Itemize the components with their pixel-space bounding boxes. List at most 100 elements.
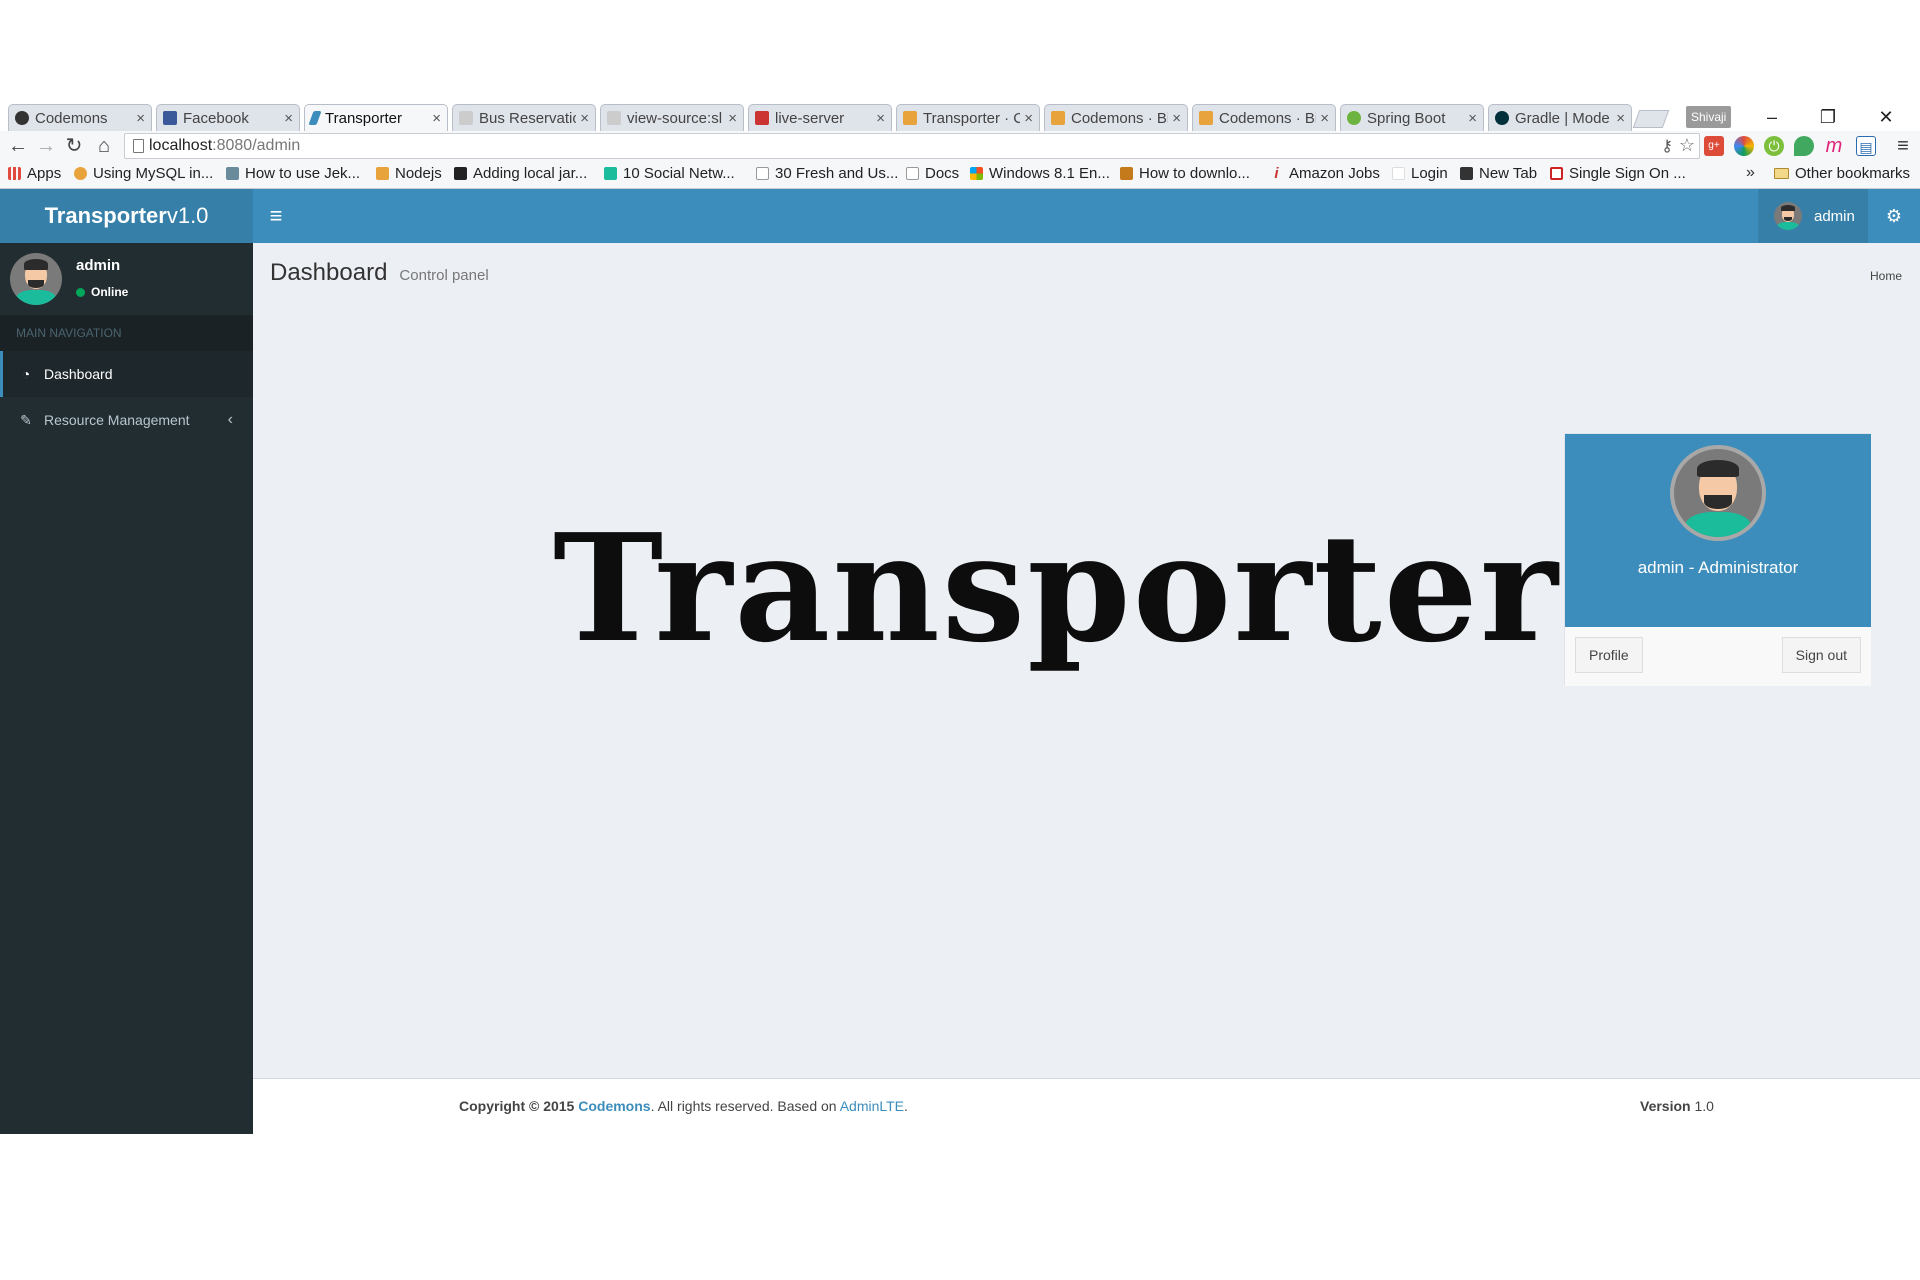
edit-icon: ✎ xyxy=(20,411,32,428)
browser-menu-icon[interactable]: ≡ xyxy=(1892,134,1914,158)
bookmark-star-icon[interactable]: ☆ xyxy=(1679,135,1695,156)
other-bookmarks[interactable]: Other bookmarks xyxy=(1774,165,1910,182)
browser-tab[interactable]: Transporter · C × xyxy=(896,104,1040,131)
close-icon[interactable]: × xyxy=(432,110,441,127)
forward-icon[interactable]: → xyxy=(34,134,58,158)
color-picker-extension-icon[interactable] xyxy=(1734,136,1754,156)
page-icon xyxy=(133,139,144,153)
avatar xyxy=(10,253,62,305)
bookmark[interactable]: 30 Fresh and Us... xyxy=(756,165,898,182)
bookmark[interactable]: New Tab xyxy=(1460,165,1537,182)
bookmark[interactable]: Nodejs xyxy=(376,165,442,182)
close-icon[interactable]: × xyxy=(284,110,293,127)
leaf-extension-icon[interactable] xyxy=(1794,136,1814,156)
browser-tab-strip: Codemons × Facebook × Transporter × Bus … xyxy=(0,102,1920,131)
page-icon xyxy=(459,111,473,125)
oracle-icon xyxy=(1550,167,1563,180)
user-menu-toggle[interactable]: admin xyxy=(1758,189,1868,243)
new-tab-button[interactable] xyxy=(1632,110,1670,128)
user-full-name: admin - Administrator xyxy=(1637,558,1799,577)
bookmark-favicon xyxy=(1460,167,1473,180)
bookmark[interactable]: 10 Social Netw... xyxy=(604,165,735,182)
close-icon[interactable]: × xyxy=(1172,110,1181,127)
close-icon[interactable]: × xyxy=(136,110,145,127)
code-icon xyxy=(1199,111,1213,125)
browser-tab[interactable]: Spring Boot × xyxy=(1340,104,1484,131)
nav-header: MAIN NAVIGATION xyxy=(0,315,253,351)
feather-icon xyxy=(308,111,322,125)
key-icon[interactable]: ⚷ xyxy=(1661,136,1673,156)
close-icon[interactable]: × xyxy=(876,110,885,127)
npm-icon xyxy=(755,111,769,125)
sidebar-username: admin xyxy=(76,257,121,274)
back-icon[interactable]: ← xyxy=(6,134,30,158)
browser-tab[interactable]: live-server × xyxy=(748,104,892,131)
close-icon[interactable]: × xyxy=(1024,110,1033,127)
info-icon: i xyxy=(1274,165,1279,182)
power-extension-icon[interactable]: ⏻ xyxy=(1764,136,1784,156)
m-extension-icon[interactable]: m xyxy=(1824,136,1844,156)
browser-tab[interactable]: Codemons × xyxy=(8,104,152,131)
google-plus-extension-icon[interactable]: g+ xyxy=(1704,136,1724,156)
close-icon[interactable]: × xyxy=(580,110,589,127)
user-dropdown-footer: Profile Sign out xyxy=(1565,627,1871,686)
reload-icon[interactable]: ↻ xyxy=(62,134,86,158)
bookmark[interactable]: Adding local jar... xyxy=(454,165,587,182)
gradle-icon xyxy=(1495,111,1509,125)
gears-icon[interactable]: ⚙ xyxy=(1868,189,1920,243)
sidebar-user-panel: admin Online xyxy=(0,243,253,315)
minimize-icon[interactable]: – xyxy=(1752,104,1792,130)
hero-title: Transporter xyxy=(553,501,1560,675)
chevron-left-icon: ‹ xyxy=(227,411,233,428)
close-icon[interactable]: × xyxy=(728,110,737,127)
bookmark-favicon xyxy=(604,167,617,180)
home-icon[interactable]: ⌂ xyxy=(92,134,116,158)
bookmark[interactable]: Single Sign On ... xyxy=(1550,165,1686,182)
profile-chip[interactable]: Shivaji xyxy=(1686,106,1732,128)
close-window-icon[interactable]: ✕ xyxy=(1866,104,1906,130)
github-icon xyxy=(15,111,29,125)
browser-tab[interactable]: Gradle | Mode × xyxy=(1488,104,1632,131)
sidebar: admin Online MAIN NAVIGATION ◔ Dashboard… xyxy=(0,243,253,1134)
bookmark[interactable]: How to use Jek... xyxy=(226,165,360,182)
restore-icon[interactable]: ❐ xyxy=(1808,104,1848,130)
bookmark[interactable]: Login xyxy=(1392,165,1448,182)
browser-tab-active[interactable]: Transporter × xyxy=(304,104,448,131)
browser-tab[interactable]: Codemons · Bi × xyxy=(1044,104,1188,131)
browser-tab[interactable]: view-source:sl × xyxy=(600,104,744,131)
user-dropdown-header: admin - Administrator xyxy=(1565,434,1871,627)
close-icon[interactable]: × xyxy=(1616,110,1625,127)
bookmark-apps[interactable]: Apps xyxy=(8,165,61,182)
bookmark[interactable]: Docs xyxy=(906,165,959,182)
close-icon[interactable]: × xyxy=(1468,110,1477,127)
sign-out-button[interactable]: Sign out xyxy=(1781,637,1861,673)
address-bar[interactable]: localhost:8080/admin ⚷ ☆ xyxy=(124,133,1700,159)
browser-tab[interactable]: Facebook × xyxy=(156,104,300,131)
more-bookmarks-icon[interactable]: » xyxy=(1746,164,1755,182)
hamburger-icon[interactable]: ≡ xyxy=(253,189,299,243)
spring-icon xyxy=(1347,111,1361,125)
code-icon xyxy=(903,111,917,125)
browser-tab[interactable]: Codemons · Bi × xyxy=(1192,104,1336,131)
header-username: admin xyxy=(1814,207,1855,225)
page-subtitle: Control panel xyxy=(399,267,489,284)
bookmark[interactable]: Windows 8.1 En... xyxy=(970,165,1110,182)
browser-toolbar: ← → ↻ ⌂ localhost:8080/admin ⚷ ☆ g+ ⏻ m … xyxy=(0,131,1920,161)
breadcrumb-home[interactable]: Home xyxy=(1870,269,1902,283)
sidebar-item-dashboard[interactable]: ◔ Dashboard xyxy=(0,351,253,397)
bookmark[interactable]: i Amazon Jobs xyxy=(1270,165,1379,182)
avatar xyxy=(1774,202,1802,230)
code-icon xyxy=(1051,111,1065,125)
page-icon xyxy=(756,167,769,180)
online-status: Online xyxy=(76,285,128,299)
sidebar-item-resource-management[interactable]: ✎ Resource Management ‹ xyxy=(0,397,253,443)
browser-tab[interactable]: Bus Reservatio × xyxy=(452,104,596,131)
inbox-extension-icon[interactable]: ▤ xyxy=(1856,136,1876,156)
bookmark[interactable]: Using MySQL in... xyxy=(74,165,213,182)
profile-button[interactable]: Profile xyxy=(1575,637,1643,673)
adminlte-link[interactable]: AdminLTE xyxy=(840,1098,904,1114)
app-logo[interactable]: Transporterv1.0 xyxy=(0,189,253,243)
close-icon[interactable]: × xyxy=(1320,110,1329,127)
codemons-link[interactable]: Codemons xyxy=(578,1098,650,1114)
bookmark[interactable]: How to downlo... xyxy=(1120,165,1250,182)
